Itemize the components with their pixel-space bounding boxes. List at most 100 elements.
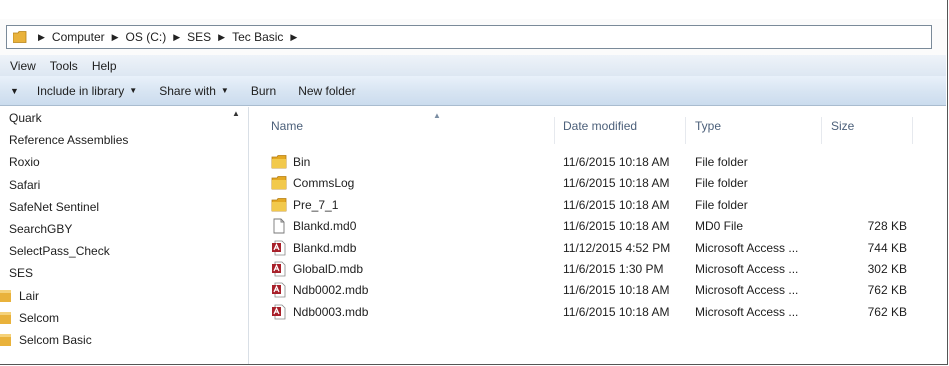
column-divider[interactable] — [912, 117, 913, 144]
file-date-modified: 11/6/2015 10:18 AM — [563, 219, 670, 234]
file-name: Ndb0002.mdb — [293, 283, 369, 298]
folder-icon — [271, 197, 287, 212]
file-date-modified: 11/6/2015 10:18 AM — [563, 155, 670, 169]
file-date-modified: 11/12/2015 4:52 PM — [563, 240, 671, 255]
access-database-icon — [272, 261, 286, 277]
nav-item-label: SearchGBY — [9, 222, 73, 237]
column-divider[interactable] — [685, 117, 686, 144]
file-size: 302 KB — [867, 262, 907, 276]
scroll-up-arrow-icon[interactable]: ▲ — [232, 109, 240, 118]
nav-item-label: Roxio — [9, 155, 40, 170]
nav-item[interactable]: Roxio — [0, 151, 248, 173]
breadcrumb-os-c[interactable]: OS (C:) — [126, 30, 167, 44]
file-type: File folder — [695, 176, 748, 191]
access-database-icon — [272, 304, 286, 320]
file-type: File folder — [695, 197, 748, 212]
share-with-label: Share with — [159, 83, 216, 98]
menu-bar: View Tools Help — [0, 55, 946, 76]
nav-item[interactable]: Safari — [0, 174, 248, 196]
file-row[interactable]: Blankd.mdb 11/12/2015 4:52 PM Microsoft Ac… — [249, 238, 946, 260]
chevron-right-icon: ▶ — [38, 31, 45, 42]
breadcrumb-ses[interactable]: SES — [187, 30, 211, 44]
include-in-library-button[interactable]: Include in library ▼ — [37, 84, 137, 98]
file-type: Microsoft Access ... — [695, 304, 799, 319]
address-bar[interactable]: ▶ Computer ▶ OS (C:) ▶ SES ▶ Tec Basic ▶ — [6, 25, 932, 49]
file-row[interactable]: Pre_7_1 11/6/2015 10:18 AM File folder — [249, 195, 946, 217]
nav-item-label: SafeNet Sentinel — [9, 199, 100, 214]
file-date-modified: 11/6/2015 10:18 AM — [563, 283, 670, 298]
file-list: ▲ Name Date modified Type Size Bin 11/6/2… — [249, 107, 946, 364]
nav-item[interactable]: SelectPass_Check — [0, 240, 248, 262]
nav-item-label: Safari — [9, 177, 41, 192]
chevron-right-icon[interactable]: ▶ — [173, 32, 180, 43]
nav-item[interactable]: Quark — [0, 107, 248, 129]
file-name: Blankd.md0 — [293, 219, 357, 234]
nav-item-label: Reference Assemblies — [9, 133, 129, 148]
breadcrumb-tec-basic[interactable]: Tec Basic — [232, 30, 283, 44]
folder-icon — [0, 333, 11, 346]
file-type: Microsoft Access ... — [695, 262, 799, 276]
nav-list: Quark Reference Assemblies Roxio Safari Safe… — [0, 107, 248, 351]
nav-item-label: Selcom Basic — [19, 332, 92, 347]
new-folder-button[interactable]: New folder — [298, 84, 355, 98]
file-row[interactable]: Blankd.md0 11/6/2015 10:18 AM MD0 File 728 … — [249, 216, 946, 238]
file-row[interactable]: Ndb0002.mdb 11/6/2015 10:18 AM Microsoft A… — [249, 280, 946, 302]
menu-help[interactable]: Help — [92, 59, 117, 73]
file-size: 762 KB — [867, 304, 907, 319]
file-type: Microsoft Access ... — [695, 240, 799, 255]
sort-arrow-icon: ▲ — [433, 111, 441, 120]
file-type: Microsoft Access ... — [695, 283, 799, 298]
caret-down-icon: ▼ — [129, 86, 138, 95]
file-name: Blankd.mdb — [293, 240, 357, 255]
nav-item[interactable]: Selcom Basic — [0, 329, 248, 351]
file-size: 762 KB — [867, 283, 907, 298]
breadcrumb-computer[interactable]: Computer — [52, 30, 105, 44]
nav-item-label: Lair — [19, 288, 40, 303]
column-header-type[interactable]: Type — [695, 119, 721, 133]
folder-icon — [0, 289, 11, 302]
folder-icon — [13, 31, 27, 43]
address-bar-area: ▶ Computer ▶ OS (C:) ▶ SES ▶ Tec Basic ▶ — [0, 19, 946, 55]
menu-view[interactable]: View — [10, 59, 36, 73]
file-date-modified: 11/6/2015 1:30 PM — [563, 262, 664, 276]
file-date-modified: 11/6/2015 10:18 AM — [563, 176, 670, 191]
chevron-right-icon[interactable]: ▶ — [218, 32, 225, 43]
explorer-window: ▶ Computer ▶ OS (C:) ▶ SES ▶ Tec Basic ▶… — [0, 0, 948, 365]
nav-item[interactable]: SafeNet Sentinel — [0, 196, 248, 218]
file-row[interactable]: Ndb0003.mdb 11/6/2015 10:18 AM Microsoft A… — [249, 302, 946, 324]
nav-item[interactable]: Reference Assemblies — [0, 129, 248, 151]
chevron-right-icon[interactable]: ▶ — [290, 32, 297, 43]
burn-button[interactable]: Burn — [251, 84, 276, 98]
file-date-modified: 11/6/2015 10:18 AM — [563, 304, 670, 319]
file-row[interactable]: GlobalD.mdb 11/6/2015 1:30 PM Microsoft Ac… — [249, 259, 946, 281]
file-row[interactable]: Bin 11/6/2015 10:18 AM File folder — [249, 152, 946, 174]
navigation-pane[interactable]: ▲ Quark Reference Assemblies Roxio Safari Sa… — [0, 107, 249, 364]
file-name: CommsLog — [293, 176, 355, 191]
file-row[interactable]: CommsLog 11/6/2015 10:18 AM File folder — [249, 173, 946, 195]
column-header-name[interactable]: Name — [271, 119, 303, 133]
column-header-size[interactable]: Size — [831, 119, 854, 133]
column-divider[interactable] — [554, 117, 555, 144]
file-size: 744 KB — [867, 240, 907, 255]
file-name: Ndb0003.mdb — [293, 304, 369, 319]
nav-item[interactable]: SearchGBY — [0, 218, 248, 240]
folder-icon — [271, 155, 287, 169]
column-divider[interactable] — [821, 117, 822, 144]
file-date-modified: 11/6/2015 10:18 AM — [563, 197, 670, 212]
nav-item-label: Quark — [9, 111, 42, 126]
nav-item[interactable]: Lair — [0, 285, 248, 307]
nav-item[interactable]: Selcom — [0, 307, 248, 329]
caret-down-icon: ▼ — [220, 86, 229, 95]
chevron-right-icon[interactable]: ▶ — [112, 32, 119, 43]
column-header-date[interactable]: Date modified — [563, 119, 637, 133]
organize-dropdown-icon[interactable]: ▼ — [10, 86, 19, 96]
menu-tools[interactable]: Tools — [50, 59, 78, 73]
include-in-library-label: Include in library — [36, 83, 125, 98]
file-name: GlobalD.mdb — [293, 262, 364, 276]
nav-item-label: SES — [9, 266, 34, 281]
command-bar: ▼ Include in library ▼ Share with ▼ Burn… — [0, 76, 946, 106]
nav-item-label: Selcom — [19, 310, 60, 325]
file-type: MD0 File — [695, 219, 744, 234]
share-with-button[interactable]: Share with ▼ — [159, 84, 229, 98]
nav-item[interactable]: SES — [0, 262, 248, 284]
